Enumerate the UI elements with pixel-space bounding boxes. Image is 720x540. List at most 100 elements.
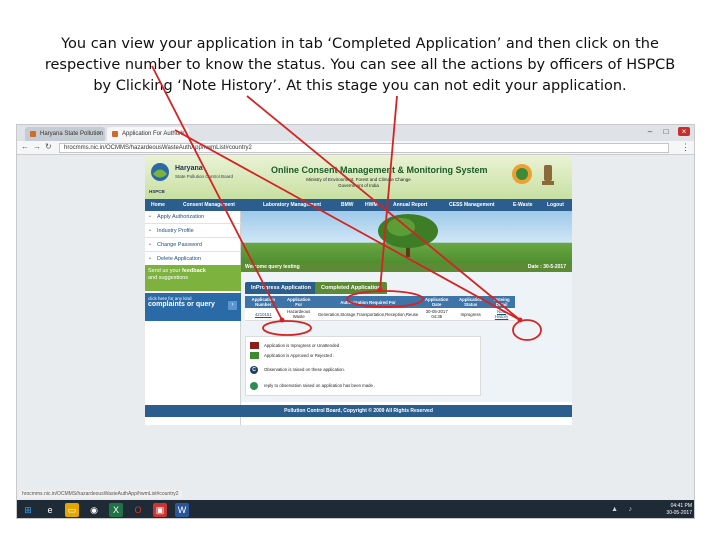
maximize-icon[interactable]: □ xyxy=(660,127,672,136)
browser-tab-2-label: Application For Authori xyxy=(122,131,183,137)
instruction-caption: You can view your application in tab ‘Co… xyxy=(0,34,720,97)
ministry-text: Ministry of Environment, Forest and Clim… xyxy=(145,177,572,189)
close-tab-icon[interactable]: × xyxy=(97,127,101,141)
sidebar-item-label: Delete Application xyxy=(157,256,202,262)
bullet-icon: • xyxy=(149,214,151,220)
ministry-line-2: Government of India xyxy=(338,183,379,188)
authorization-required-cell: Generation,Storage,Transportation,Recept… xyxy=(315,308,421,321)
legend-text: Application is Inprogress or Unattended … xyxy=(264,343,342,348)
close-tab-icon[interactable]: × xyxy=(181,127,185,141)
sidebar: • Apply Authorization • Industry Profile… xyxy=(145,211,241,425)
clock-date: 30-05-2017 xyxy=(666,510,692,516)
browser-tab-2[interactable]: Application For Authori × xyxy=(107,127,189,141)
caption-line-3: by Clicking ‘Note History’. At this stag… xyxy=(93,78,627,94)
welcome-bar: Welcome query testing Date : 30-5-2017 xyxy=(241,263,572,272)
app-icon[interactable]: ▣ xyxy=(153,503,167,517)
word-icon[interactable]: W xyxy=(175,503,189,517)
application-status-cell: Inprogress xyxy=(453,308,489,321)
current-date: Date : 30-5-2017 xyxy=(527,264,566,270)
browser-tab-1-label: Haryana State Pollution xyxy=(40,131,104,137)
column-header: Noteing Detail xyxy=(488,296,515,308)
org-name: Haryana xyxy=(175,165,203,172)
arrow-right-icon: › xyxy=(228,301,237,310)
tab-completed-application[interactable]: Completed Application xyxy=(315,282,387,294)
application-for-cell: Hazardeous Waste xyxy=(281,308,316,321)
feedback-line-2: and suggestions xyxy=(148,275,189,281)
sidebar-item-label: Change Password xyxy=(157,242,202,248)
address-bar: ← → ↻ hrocmms.nic.in/OCMMS/hazardeousWas… xyxy=(17,141,694,155)
nav-annual-report[interactable]: Annual Report xyxy=(393,199,427,211)
reply-icon xyxy=(250,382,258,390)
chrome-icon[interactable]: ◉ xyxy=(87,503,101,517)
legend-item: Application is Inprogress or Unattended … xyxy=(250,341,478,351)
tree-icon xyxy=(378,214,438,257)
volume-icon[interactable]: ♪ xyxy=(629,506,633,513)
main-nav: Home Consent Management Laboratory Manag… xyxy=(145,199,572,211)
excel-icon[interactable]: X xyxy=(109,503,123,517)
browser-screenshot: Haryana State Pollution × Application Fo… xyxy=(16,124,695,519)
legend-text: Application is Approved or Rejected . xyxy=(264,353,335,358)
column-header: Application Date xyxy=(420,296,454,308)
system-clock[interactable]: 04:41 PM 30-05-2017 xyxy=(666,503,692,517)
sidebar-item-label: Apply Authorization xyxy=(157,214,205,220)
nav-consent-management[interactable]: Consent Management xyxy=(183,199,235,211)
table-header-row: Application Number Application For Autho… xyxy=(245,296,515,308)
forward-icon[interactable]: → xyxy=(33,142,41,151)
reload-icon[interactable]: ↻ xyxy=(45,142,52,151)
close-window-icon[interactable]: × xyxy=(678,127,690,136)
nav-cess-management[interactable]: CESS Management xyxy=(449,199,495,211)
logo-text: HSPCB xyxy=(149,189,165,194)
column-header: Application Number xyxy=(245,296,282,308)
ie-icon[interactable]: e xyxy=(43,503,57,517)
browser-tab-bar: Haryana State Pollution × Application Fo… xyxy=(17,125,694,141)
nav-bmw[interactable]: BMW xyxy=(341,199,354,211)
welcome-text: Welcome query testing xyxy=(245,264,300,270)
legend-item: reply to observation raised on applicati… xyxy=(250,381,478,391)
tab-inprogress-application[interactable]: InProgress Application xyxy=(245,282,318,294)
column-header: Application Status xyxy=(453,296,489,308)
back-icon[interactable]: ← xyxy=(21,142,29,151)
file-explorer-icon[interactable]: ▭ xyxy=(65,503,79,517)
feedback-banner[interactable]: Send us your feedback and suggestions xyxy=(145,265,241,291)
opera-icon[interactable]: O xyxy=(131,503,145,517)
bullet-icon: • xyxy=(149,242,151,248)
status-legend: Application is Inprogress or Unattended … xyxy=(245,336,481,396)
sidebar-item-apply-authorization[interactable]: • Apply Authorization xyxy=(145,211,241,224)
nav-e-waste[interactable]: E-Waste xyxy=(513,199,533,211)
nav-laboratory-management[interactable]: Laboratory Management xyxy=(263,199,321,211)
application-number-link[interactable]: 4210151 xyxy=(245,308,282,321)
nav-logout[interactable]: Logout xyxy=(547,199,564,211)
caption-line-1: You can view your application in tab ‘Co… xyxy=(61,36,659,52)
application-table: Application Number Application For Autho… xyxy=(245,296,515,321)
sidebar-item-change-password[interactable]: • Change Password xyxy=(145,239,241,252)
nav-hwm[interactable]: HWM xyxy=(365,199,378,211)
table-row: 4210151 Hazardeous Waste Generation,Stor… xyxy=(245,308,515,321)
minimize-icon[interactable]: – xyxy=(644,127,656,136)
favicon-icon xyxy=(30,131,36,137)
taskbar: ⊞ e ▭ ◉ X O ▣ W ▲ ♪ 04:41 PM 30-05-2017 xyxy=(17,500,694,518)
legend-text: reply to observation raised on applicati… xyxy=(264,383,376,388)
windows-start-icon[interactable]: ⊞ xyxy=(21,503,35,517)
observation-icon: C xyxy=(250,366,258,374)
feedback-prefix: Send us your xyxy=(148,268,182,274)
column-header: Application For xyxy=(281,296,316,308)
network-icon[interactable]: ▲ xyxy=(611,506,618,513)
browser-menu-icon[interactable]: ⋮ xyxy=(681,142,690,153)
bullet-icon: • xyxy=(149,228,151,234)
legend-text: Observation is raised on these applicati… xyxy=(264,367,345,372)
column-header: Authorization Required For xyxy=(315,296,421,308)
system-title: Online Consent Management & Monitoring S… xyxy=(271,165,488,175)
complaints-banner[interactable]: click here for any kind complaints or qu… xyxy=(145,293,241,321)
national-emblem-icon xyxy=(542,165,554,185)
note-history-link[interactable]: Note History xyxy=(488,308,515,321)
legend-swatch xyxy=(250,342,259,349)
site-footer: Pollution Control Board, Copyright © 200… xyxy=(145,405,572,417)
site-header: Haryana State Pollution Control Board HS… xyxy=(145,155,572,199)
legend-item: C Observation is raised on these applica… xyxy=(250,365,478,375)
status-url: hrocmms.nic.in/OCMMS/hazardeousWasteAuth… xyxy=(19,490,182,498)
url-field[interactable]: hrocmms.nic.in/OCMMS/hazardeousWasteAuth… xyxy=(59,143,669,153)
caption-line-2: respective number to know the status. Yo… xyxy=(44,57,676,73)
sidebar-item-industry-profile[interactable]: • Industry Profile xyxy=(145,225,241,238)
browser-tab-1[interactable]: Haryana State Pollution × xyxy=(25,127,105,141)
nav-home[interactable]: Home xyxy=(151,199,165,211)
